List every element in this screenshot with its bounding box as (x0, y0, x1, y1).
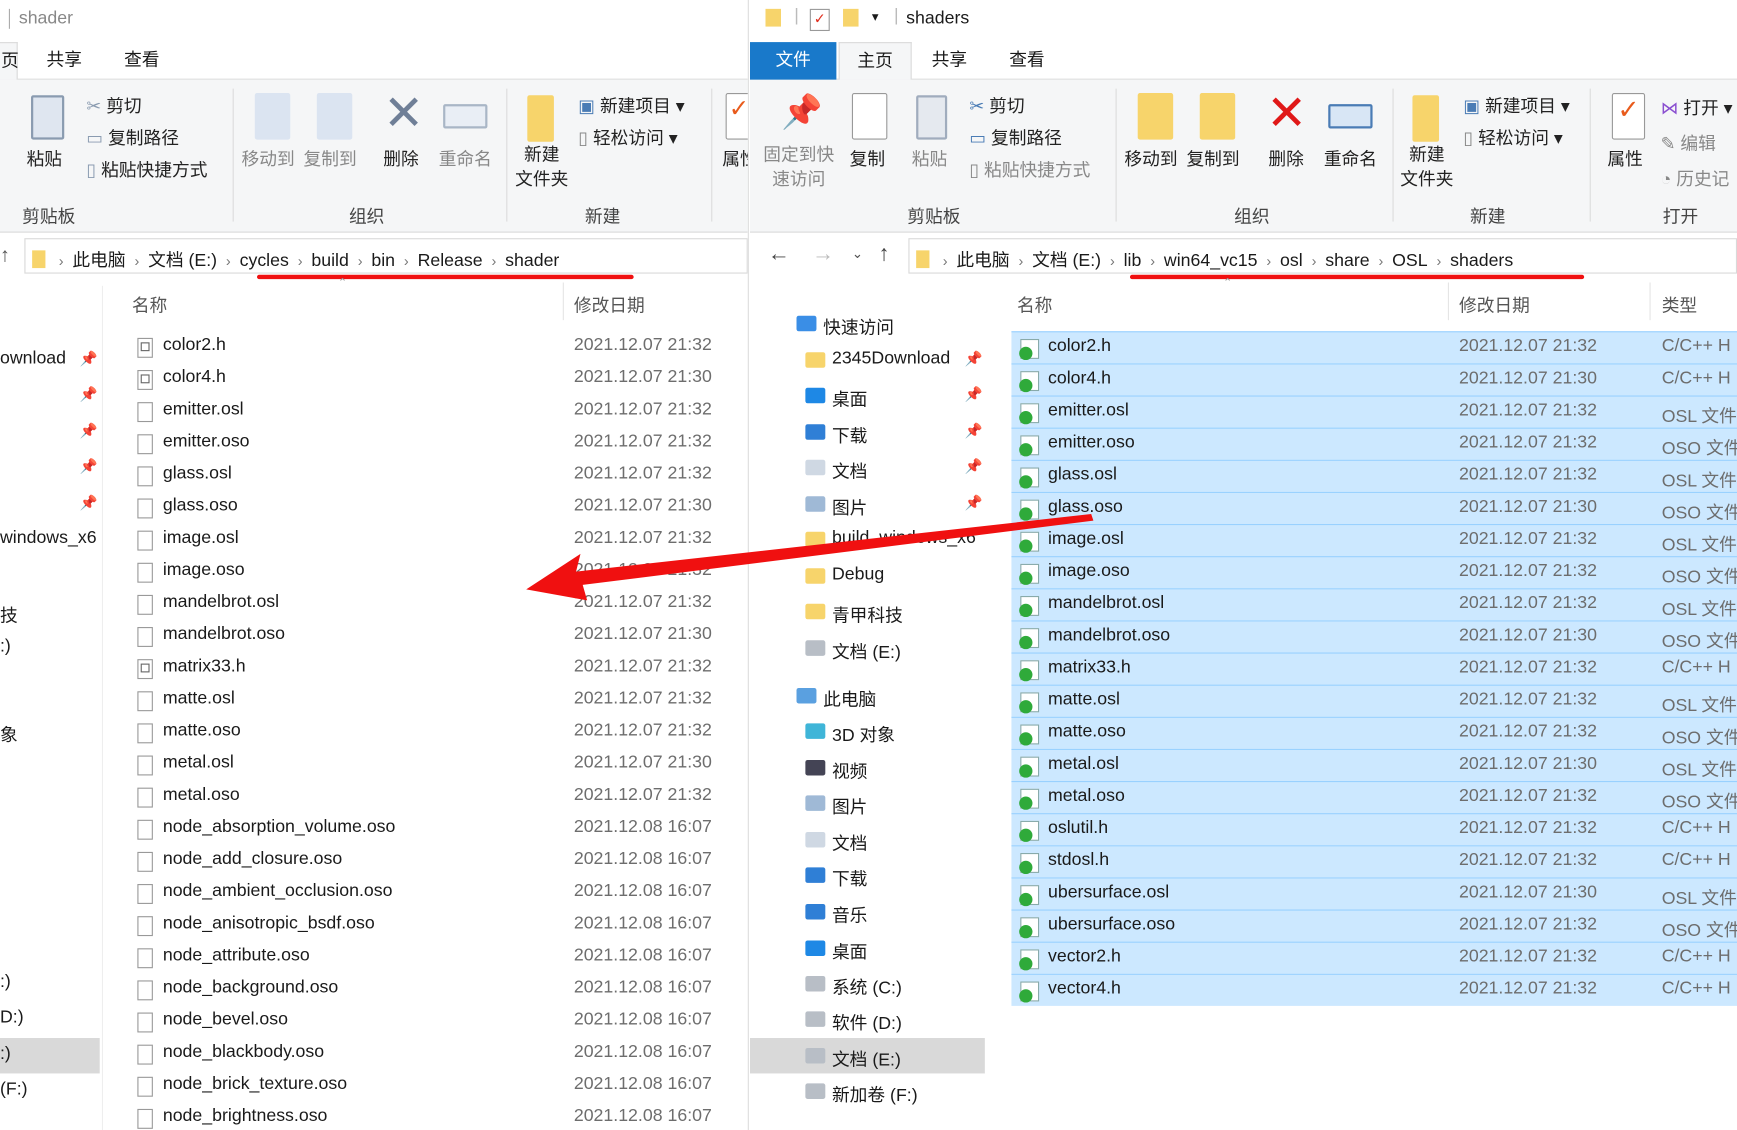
screenshot: shader 页 共享 查看 粘贴 ✂ 剪切 ▭ 复制路径 ▯ 粘贴快捷方式 移… (0, 0, 1737, 1130)
red-arrow-annotation (526, 514, 1094, 601)
